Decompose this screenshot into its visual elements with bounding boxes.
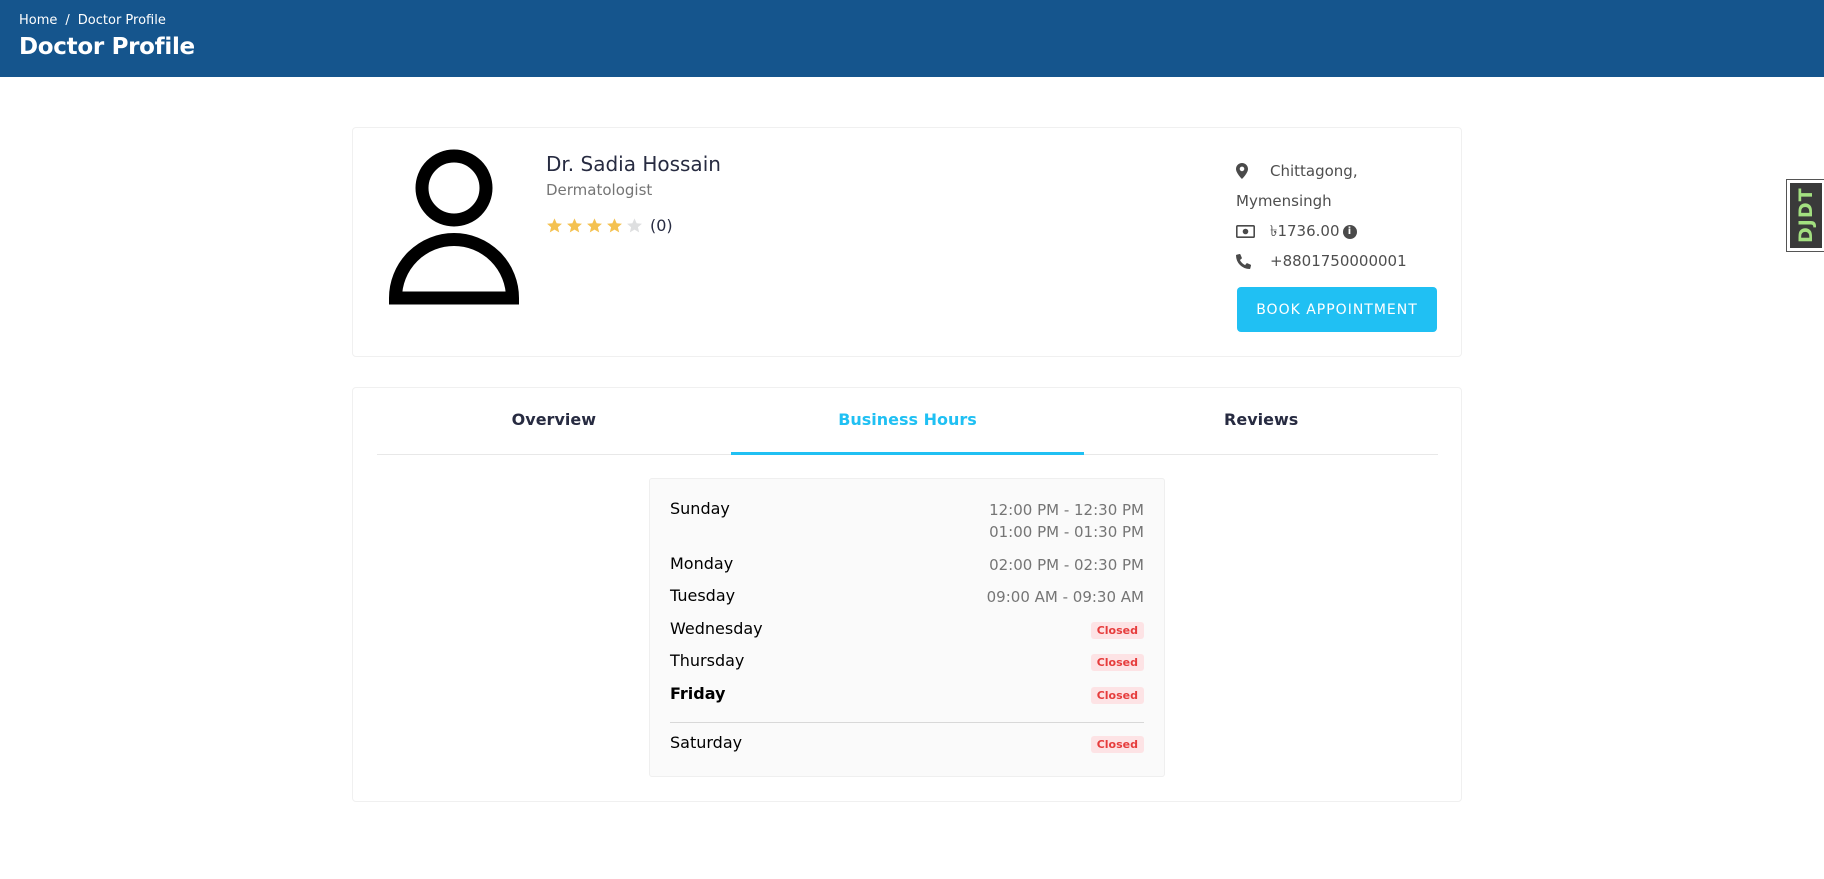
doctor-phone: +8801750000001 xyxy=(1270,252,1407,270)
closed-badge: Closed xyxy=(1090,687,1144,704)
star-icon xyxy=(587,218,602,233)
day-label-today: Friday xyxy=(670,684,726,703)
location-line1: Chittagong, xyxy=(1270,162,1358,180)
time-slots: 12:00 PM - 12:30 PM 01:00 PM - 01:30 PM xyxy=(989,499,1144,543)
money-bill-icon xyxy=(1236,216,1270,246)
hours-row-wednesday: Wednesday Closed xyxy=(670,619,1144,639)
breadcrumb-home-link[interactable]: Home xyxy=(19,13,57,28)
day-label: Sunday xyxy=(670,499,730,518)
details-card: Overview Business Hours Reviews Sunday 1… xyxy=(352,387,1462,802)
doctor-profile-card: Dr. Sadia Hossain Dermatologist (0) Chit… xyxy=(352,127,1462,357)
day-label: Wednesday xyxy=(670,619,763,638)
closed-badge: Closed xyxy=(1090,654,1144,671)
hours-row-monday: Monday 02:00 PM - 02:30 PM xyxy=(670,554,1144,576)
avatar-icon xyxy=(389,149,519,305)
hours-row-tuesday: Tuesday 09:00 AM - 09:30 AM xyxy=(670,586,1144,608)
consultation-fee: ৳1736.00 i xyxy=(1270,216,1357,246)
tab-reviews[interactable]: Reviews xyxy=(1084,388,1438,454)
hours-row-saturday: Saturday Closed xyxy=(670,733,1144,753)
breadcrumb-current: Doctor Profile xyxy=(77,13,166,28)
star-icon xyxy=(567,218,582,233)
day-label: Tuesday xyxy=(670,586,736,605)
hours-row-friday: Friday Closed xyxy=(670,684,1144,704)
business-hours-list: Sunday 12:00 PM - 12:30 PM 01:00 PM - 01… xyxy=(649,478,1165,777)
time-slot: 02:00 PM - 02:30 PM xyxy=(989,556,1144,574)
time-slot: 12:00 PM - 12:30 PM xyxy=(989,501,1144,519)
day-label: Thursday xyxy=(670,651,745,670)
page-title: Doctor Profile xyxy=(19,34,195,60)
map-marker-icon xyxy=(1236,156,1270,186)
fee-value: ৳1736.00 xyxy=(1270,222,1340,240)
doctor-specialty: Dermatologist xyxy=(546,181,653,199)
star-empty-icon xyxy=(627,218,642,233)
book-appointment-button[interactable]: BOOK APPOINTMENT xyxy=(1237,287,1437,332)
divider xyxy=(670,722,1144,723)
location-row: Chittagong, xyxy=(1236,156,1446,186)
breadcrumb-separator: / xyxy=(65,13,70,28)
debug-toolbar-label: DJDT xyxy=(1790,183,1822,248)
fee-row: ৳1736.00 i xyxy=(1236,216,1446,246)
tab-business-hours[interactable]: Business Hours xyxy=(730,388,1085,455)
tab-bar: Overview Business Hours Reviews xyxy=(377,388,1438,455)
star-icon xyxy=(607,218,622,233)
doctor-name[interactable]: Dr. Sadia Hossain xyxy=(546,152,721,176)
debug-toolbar-handle[interactable]: DJDT xyxy=(1786,179,1824,252)
location-line2: Mymensingh xyxy=(1236,192,1332,210)
breadcrumb: Home / Doctor Profile xyxy=(19,13,166,28)
phone-row: +8801750000001 xyxy=(1236,246,1446,276)
hours-row-sunday: Sunday 12:00 PM - 12:30 PM 01:00 PM - 01… xyxy=(670,499,1144,543)
time-slot: 01:00 PM - 01:30 PM xyxy=(989,523,1144,541)
day-label: Monday xyxy=(670,554,734,573)
star-icon xyxy=(547,218,562,233)
rating-count: (0) xyxy=(650,216,673,235)
time-slot: 09:00 AM - 09:30 AM xyxy=(986,588,1144,606)
location-row-2: Mymensingh xyxy=(1236,186,1446,216)
phone-icon xyxy=(1236,246,1270,276)
header-bar: Home / Doctor Profile Doctor Profile xyxy=(0,0,1824,77)
closed-badge: Closed xyxy=(1090,622,1144,639)
doctor-info: Chittagong, Mymensingh ৳1736.00 i +880175… xyxy=(1236,156,1446,276)
rating: (0) xyxy=(546,216,673,235)
closed-badge: Closed xyxy=(1090,736,1144,753)
info-icon[interactable]: i xyxy=(1342,224,1357,239)
day-label: Saturday xyxy=(670,733,743,752)
hours-row-thursday: Thursday Closed xyxy=(670,651,1144,671)
tab-overview[interactable]: Overview xyxy=(377,388,731,454)
